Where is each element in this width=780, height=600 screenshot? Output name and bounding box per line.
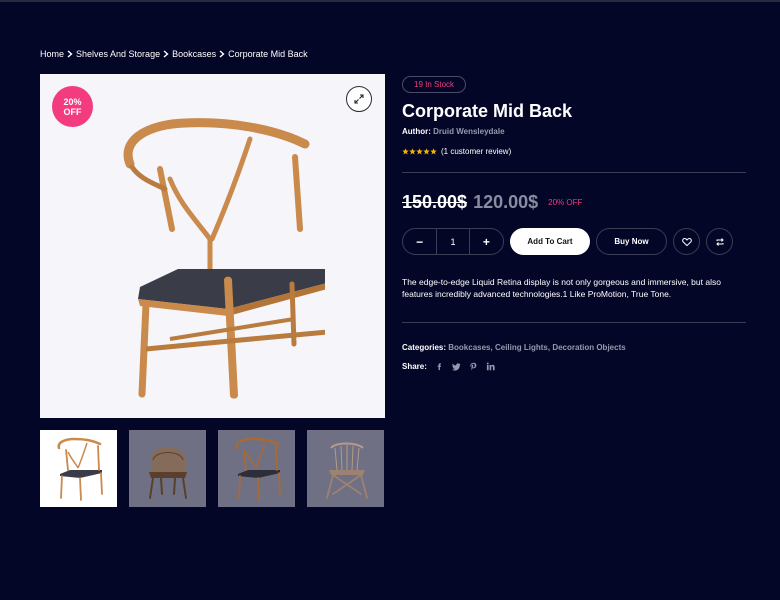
linkedin-icon[interactable] xyxy=(486,362,495,371)
share-row: Share: xyxy=(402,362,495,371)
product-description: The edge-to-edge Liquid Retina display i… xyxy=(402,277,721,299)
thumbnail-4[interactable] xyxy=(307,430,384,507)
old-price: 150.00$ xyxy=(402,192,468,212)
author-line: Author: Druid Wensleydale xyxy=(402,127,505,136)
star-rating xyxy=(402,148,437,155)
thumbnail-2[interactable] xyxy=(129,430,206,507)
stock-badge: 19 In Stock xyxy=(402,76,467,93)
chair-image xyxy=(123,118,325,399)
breadcrumb-home[interactable]: Home xyxy=(40,49,64,59)
chair-thumbnail-image xyxy=(235,437,281,501)
quantity-input[interactable]: 1 xyxy=(436,229,470,254)
chair-thumbnail-image xyxy=(57,437,103,501)
sale-badge-percent: 20% xyxy=(63,96,82,107)
breadcrumb-shelves[interactable]: Shelves And Storage xyxy=(76,49,160,59)
review-count-link[interactable]: (1 customer review) xyxy=(441,147,511,156)
breadcrumb: Home Shelves And Storage Bookcases Corpo… xyxy=(40,49,308,59)
compare-button[interactable] xyxy=(706,228,733,255)
star-icon xyxy=(416,148,423,155)
expand-icon xyxy=(354,94,364,104)
chevron-right-icon xyxy=(216,50,228,58)
divider xyxy=(402,322,746,323)
share-icons xyxy=(435,362,495,371)
author-label: Author: xyxy=(402,127,431,136)
divider xyxy=(402,172,746,173)
rating: (1 customer review) xyxy=(402,147,511,156)
thumbnail-1[interactable] xyxy=(40,430,117,507)
heart-icon xyxy=(681,237,692,246)
share-label: Share: xyxy=(402,362,427,371)
discount-label: 20% OFF xyxy=(548,198,583,207)
product-main-image[interactable]: 20% OFF xyxy=(40,74,385,418)
top-border xyxy=(0,0,780,2)
buy-now-button[interactable]: Buy Now xyxy=(596,228,667,255)
category-link-decoration-objects[interactable]: Decoration Objects xyxy=(552,343,625,352)
star-icon xyxy=(430,148,437,155)
categories: Categories: Bookcases, Ceiling Lights, D… xyxy=(402,343,626,352)
star-icon xyxy=(409,148,416,155)
add-to-cart-button[interactable]: Add To Cart xyxy=(510,228,590,255)
chevron-right-icon xyxy=(160,50,172,58)
sale-badge-off: OFF xyxy=(63,106,82,117)
star-icon xyxy=(423,148,430,155)
chair-thumbnail-image xyxy=(149,447,187,499)
wishlist-button[interactable] xyxy=(673,228,700,255)
purchase-actions: − 1 + Add To Cart Buy Now xyxy=(402,228,733,255)
breadcrumb-current: Corporate Mid Back xyxy=(228,49,308,59)
facebook-icon[interactable] xyxy=(435,362,444,371)
star-icon xyxy=(402,148,409,155)
category-link-ceiling-lights[interactable]: Ceiling Lights xyxy=(495,343,548,352)
quantity-stepper: − 1 + xyxy=(402,228,504,255)
categories-label: Categories: xyxy=(402,343,447,352)
product-title: Corporate Mid Back xyxy=(402,101,573,121)
quantity-increase-button[interactable]: + xyxy=(470,229,503,254)
zoom-button[interactable] xyxy=(346,86,372,112)
category-link-bookcases[interactable]: Bookcases xyxy=(448,343,490,352)
author-name[interactable]: Druid Wensleydale xyxy=(433,127,504,136)
new-price: 120.00$ xyxy=(473,192,539,212)
compare-arrows-icon xyxy=(715,237,724,246)
thumbnail-strip xyxy=(40,430,384,507)
chevron-right-icon xyxy=(64,50,76,58)
breadcrumb-bookcases[interactable]: Bookcases xyxy=(172,49,216,59)
sale-badge: 20% OFF xyxy=(52,86,93,127)
pinterest-icon[interactable] xyxy=(469,362,478,371)
quantity-decrease-button[interactable]: − xyxy=(403,229,436,254)
chair-thumbnail-image xyxy=(326,442,368,499)
thumbnail-3[interactable] xyxy=(218,430,295,507)
price-row: 150.00$ 120.00$ 20% OFF xyxy=(402,192,582,213)
twitter-icon[interactable] xyxy=(451,362,461,371)
